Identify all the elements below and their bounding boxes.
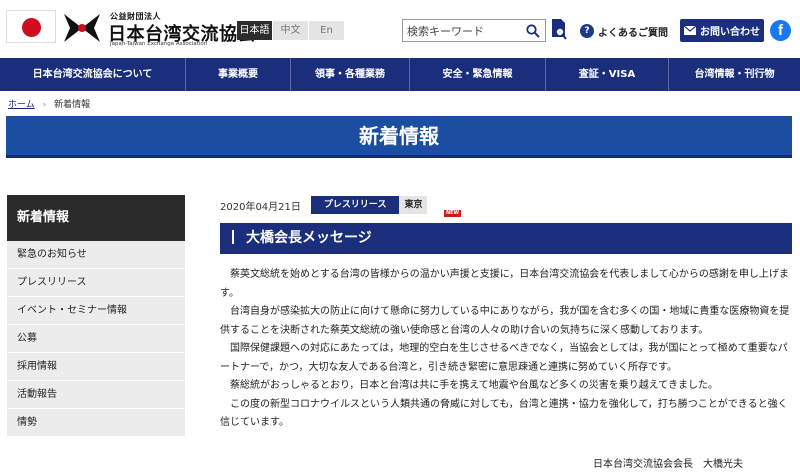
site-logo[interactable]: 公益財団法人 日本台湾交流協会 Japan-Taiwan Exchange As… (60, 8, 256, 48)
site-header: 公益財団法人 日本台湾交流協会 Japan-Taiwan Exchange As… (0, 0, 800, 58)
article-paragraph: 蔡英文総統を始めとする台湾の皆様からの温かい声援と支援に，日本台湾交流協会を代表… (220, 269, 789, 299)
article-body: 蔡英文総統を始めとする台湾の皆様からの温かい声援と支援に，日本台湾交流協会を代表… (220, 266, 792, 433)
breadcrumb-current: 新着情報 (54, 100, 91, 110)
mail-icon (684, 26, 696, 35)
org-english-name: Japan-Taiwan Exchange Association (110, 41, 208, 47)
breadcrumb-separator-icon: › (42, 100, 47, 110)
main-nav: 日本台湾交流協会について 事業概要 領事・各種業務 安全・緊急情報 査証・VIS… (0, 58, 800, 91)
nav-consular[interactable]: 領事・各種業務 (291, 58, 410, 91)
page-title: 新着情報 (6, 116, 792, 158)
search-icon[interactable] (526, 24, 540, 38)
sidebar-title: 新着情報 (7, 195, 185, 241)
lang-japanese[interactable]: 日本語 (237, 21, 272, 40)
lang-chinese[interactable]: 中文 (273, 21, 308, 40)
sidebar-item-events[interactable]: イベント・セミナー情報 (7, 297, 185, 325)
faq-label: よくあるご質問 (598, 27, 668, 39)
article-meta: 2020年04月21日 プレスリリース 東京 NEW (220, 196, 461, 217)
sidebar-item-emergency[interactable]: 緊急のお知らせ (7, 241, 185, 269)
nav-safety[interactable]: 安全・緊急情報 (410, 58, 546, 91)
logo-mark-icon (64, 14, 100, 42)
contact-label: お問い合わせ (700, 27, 760, 38)
article-paragraph: 台湾自身が感染拡大の防止に向けて懸命に努力している中にありながら，我が国を含む多… (220, 306, 790, 336)
contact-button[interactable]: お問い合わせ (680, 19, 764, 42)
nav-taiwan-info[interactable]: 台湾情報・刊行物 (669, 58, 800, 91)
location-badge: 東京 (399, 196, 428, 214)
category-badge[interactable]: プレスリリース (310, 196, 400, 214)
nav-about[interactable]: 日本台湾交流協会について (0, 58, 186, 91)
breadcrumb: ホーム › 新着情報 (8, 97, 90, 110)
nav-visa[interactable]: 査証・VISA (546, 58, 669, 91)
facebook-icon[interactable]: f (770, 20, 791, 41)
article-date: 2020年04月21日 (220, 201, 301, 213)
article-title: 大橋会長メッセージ (246, 230, 372, 246)
search-input[interactable] (403, 21, 523, 42)
article-paragraph: この度の新型コロナウイルスという人類共通の脅威に対しても，台湾と連携・協力を強化… (220, 398, 788, 429)
sidebar-item-situation[interactable]: 情勢 (7, 409, 185, 437)
sidebar-item-activity-report[interactable]: 活動報告 (7, 381, 185, 409)
new-badge: NEW (444, 210, 461, 217)
nav-business[interactable]: 事業概要 (186, 58, 291, 91)
article-paragraph: 蔡総統がおっしゃるとおり，日本と台湾は共に手を携えて地震や台風など多くの災害を乗… (230, 380, 718, 391)
article-paragraph: 国際保健課題への対応にあたっては，地理的空白を生じさせるべきでなく，当協会として… (220, 343, 788, 373)
language-switcher: 日本語 中文 En (237, 21, 345, 40)
sidebar-item-public-offering[interactable]: 公募 (7, 325, 185, 353)
question-icon: ? (580, 24, 594, 38)
sidebar: 新着情報 緊急のお知らせ プレスリリース イベント・セミナー情報 公募 採用情報… (7, 195, 185, 437)
article-title-bar: 大橋会長メッセージ (220, 223, 792, 254)
japan-flag-icon[interactable] (6, 10, 56, 43)
breadcrumb-home[interactable]: ホーム (8, 100, 35, 110)
article-signature: 日本台湾交流協会会長 大橋光夫 (593, 459, 743, 470)
title-accent-bar (232, 230, 234, 244)
sidebar-item-press-release[interactable]: プレスリリース (7, 269, 185, 297)
sitemap-icon[interactable] (551, 18, 567, 42)
search-box (402, 19, 546, 42)
lang-english[interactable]: En (309, 21, 344, 40)
faq-link[interactable]: ? よくあるご質問 (580, 21, 668, 41)
sidebar-item-recruitment[interactable]: 採用情報 (7, 353, 185, 381)
